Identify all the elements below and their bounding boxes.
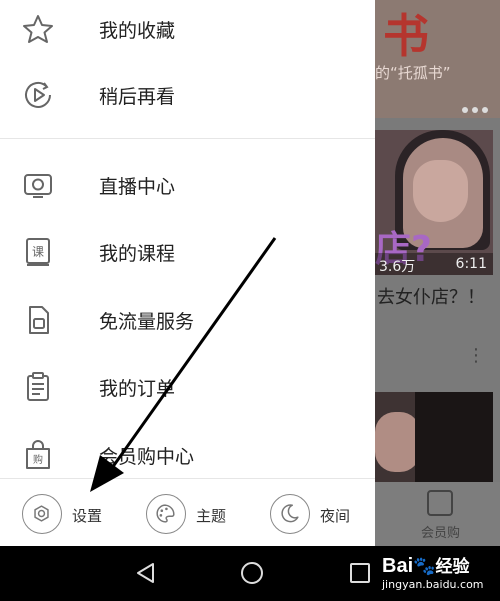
night-label: 夜间 [320, 507, 351, 525]
banner: 书 的“托孤书” [375, 0, 500, 118]
menu-item-member-shop[interactable]: 购 会员购中心 [0, 426, 375, 486]
menu-item-label: 我的收藏 [99, 20, 176, 42]
navigation-drawer: 我的收藏 稍后再看 直播中心 课 我的课程 免流量服务 我的订单 购 会员购中心… [0, 0, 375, 546]
menu-item-data-free-service[interactable]: 免流量服务 [0, 291, 375, 351]
paw-icon: 🐾 [413, 556, 436, 577]
sim-card-icon [29, 306, 49, 334]
video-title: 去女仆店？！ [377, 287, 485, 308]
back-icon[interactable] [135, 562, 157, 584]
shopping-bag-icon: 购 [26, 440, 50, 469]
video-thumbnail-2 [375, 392, 493, 482]
recent-apps-icon[interactable] [350, 563, 370, 583]
banner-subtitle: 的“托孤书” [375, 64, 451, 82]
watermark-suffix: 经验 [435, 557, 470, 576]
menu-item-label: 稍后再看 [99, 86, 176, 108]
more-vertical-icon: ⋮ [467, 345, 485, 366]
menu-item-label: 我的课程 [99, 243, 176, 265]
menu-item-my-courses[interactable]: 课 我的课程 [0, 223, 375, 283]
footer-divider [0, 478, 375, 479]
menu-item-label: 直播中心 [99, 176, 176, 198]
bottom-nav-label: 会员购 [421, 526, 461, 541]
theme-button[interactable]: 主题 [146, 490, 256, 540]
order-clipboard-icon [27, 372, 49, 401]
theme-palette-icon [146, 494, 186, 534]
video-thumbnail: 店? 3.6万 6:11 [375, 130, 493, 275]
live-tv-icon [24, 174, 52, 198]
banner-pager-dots [458, 98, 488, 117]
watermark-url: jingyan.baidu.com [382, 578, 484, 591]
menu-item-favorites[interactable]: 我的收藏 [0, 0, 375, 60]
star-icon [23, 15, 53, 43]
course-book-icon: 课 [26, 238, 50, 266]
menu-item-watch-later[interactable]: 稍后再看 [0, 66, 375, 126]
settings-button[interactable]: 设置 [22, 490, 132, 540]
bag-icon-char: 购 [33, 453, 43, 466]
menu-item-my-orders[interactable]: 我的订单 [0, 358, 375, 418]
course-icon-char: 课 [32, 245, 44, 259]
video-views: 3.6万 [379, 259, 416, 275]
divider [0, 138, 375, 139]
watermark-brand: Bai [382, 555, 414, 577]
watermark: Bai🐾经验 jingyan.baidu.com [382, 552, 484, 591]
system-nav-bar: Bai🐾经验 jingyan.baidu.com [0, 546, 500, 601]
banner-title: 书 [383, 9, 429, 63]
night-mode-button[interactable]: 夜间 [270, 490, 375, 540]
menu-item-label: 会员购中心 [99, 446, 195, 468]
settings-gear-icon [22, 494, 62, 534]
background-feed: 书 的“托孤书” 店? 3.6万 6:11 去女仆店？！ ⋮ 会员购 [375, 0, 500, 546]
bottom-nav: 会员购 [375, 482, 500, 546]
video-duration: 6:11 [455, 256, 487, 272]
menu-item-live-center[interactable]: 直播中心 [0, 156, 375, 216]
watch-later-icon [25, 81, 51, 108]
theme-label: 主题 [196, 507, 227, 525]
settings-label: 设置 [72, 507, 103, 525]
home-icon[interactable] [241, 562, 263, 584]
menu-item-label: 免流量服务 [99, 311, 195, 333]
menu-item-label: 我的订单 [99, 378, 176, 400]
shopping-bag-icon [427, 490, 453, 516]
night-moon-icon [270, 494, 310, 534]
